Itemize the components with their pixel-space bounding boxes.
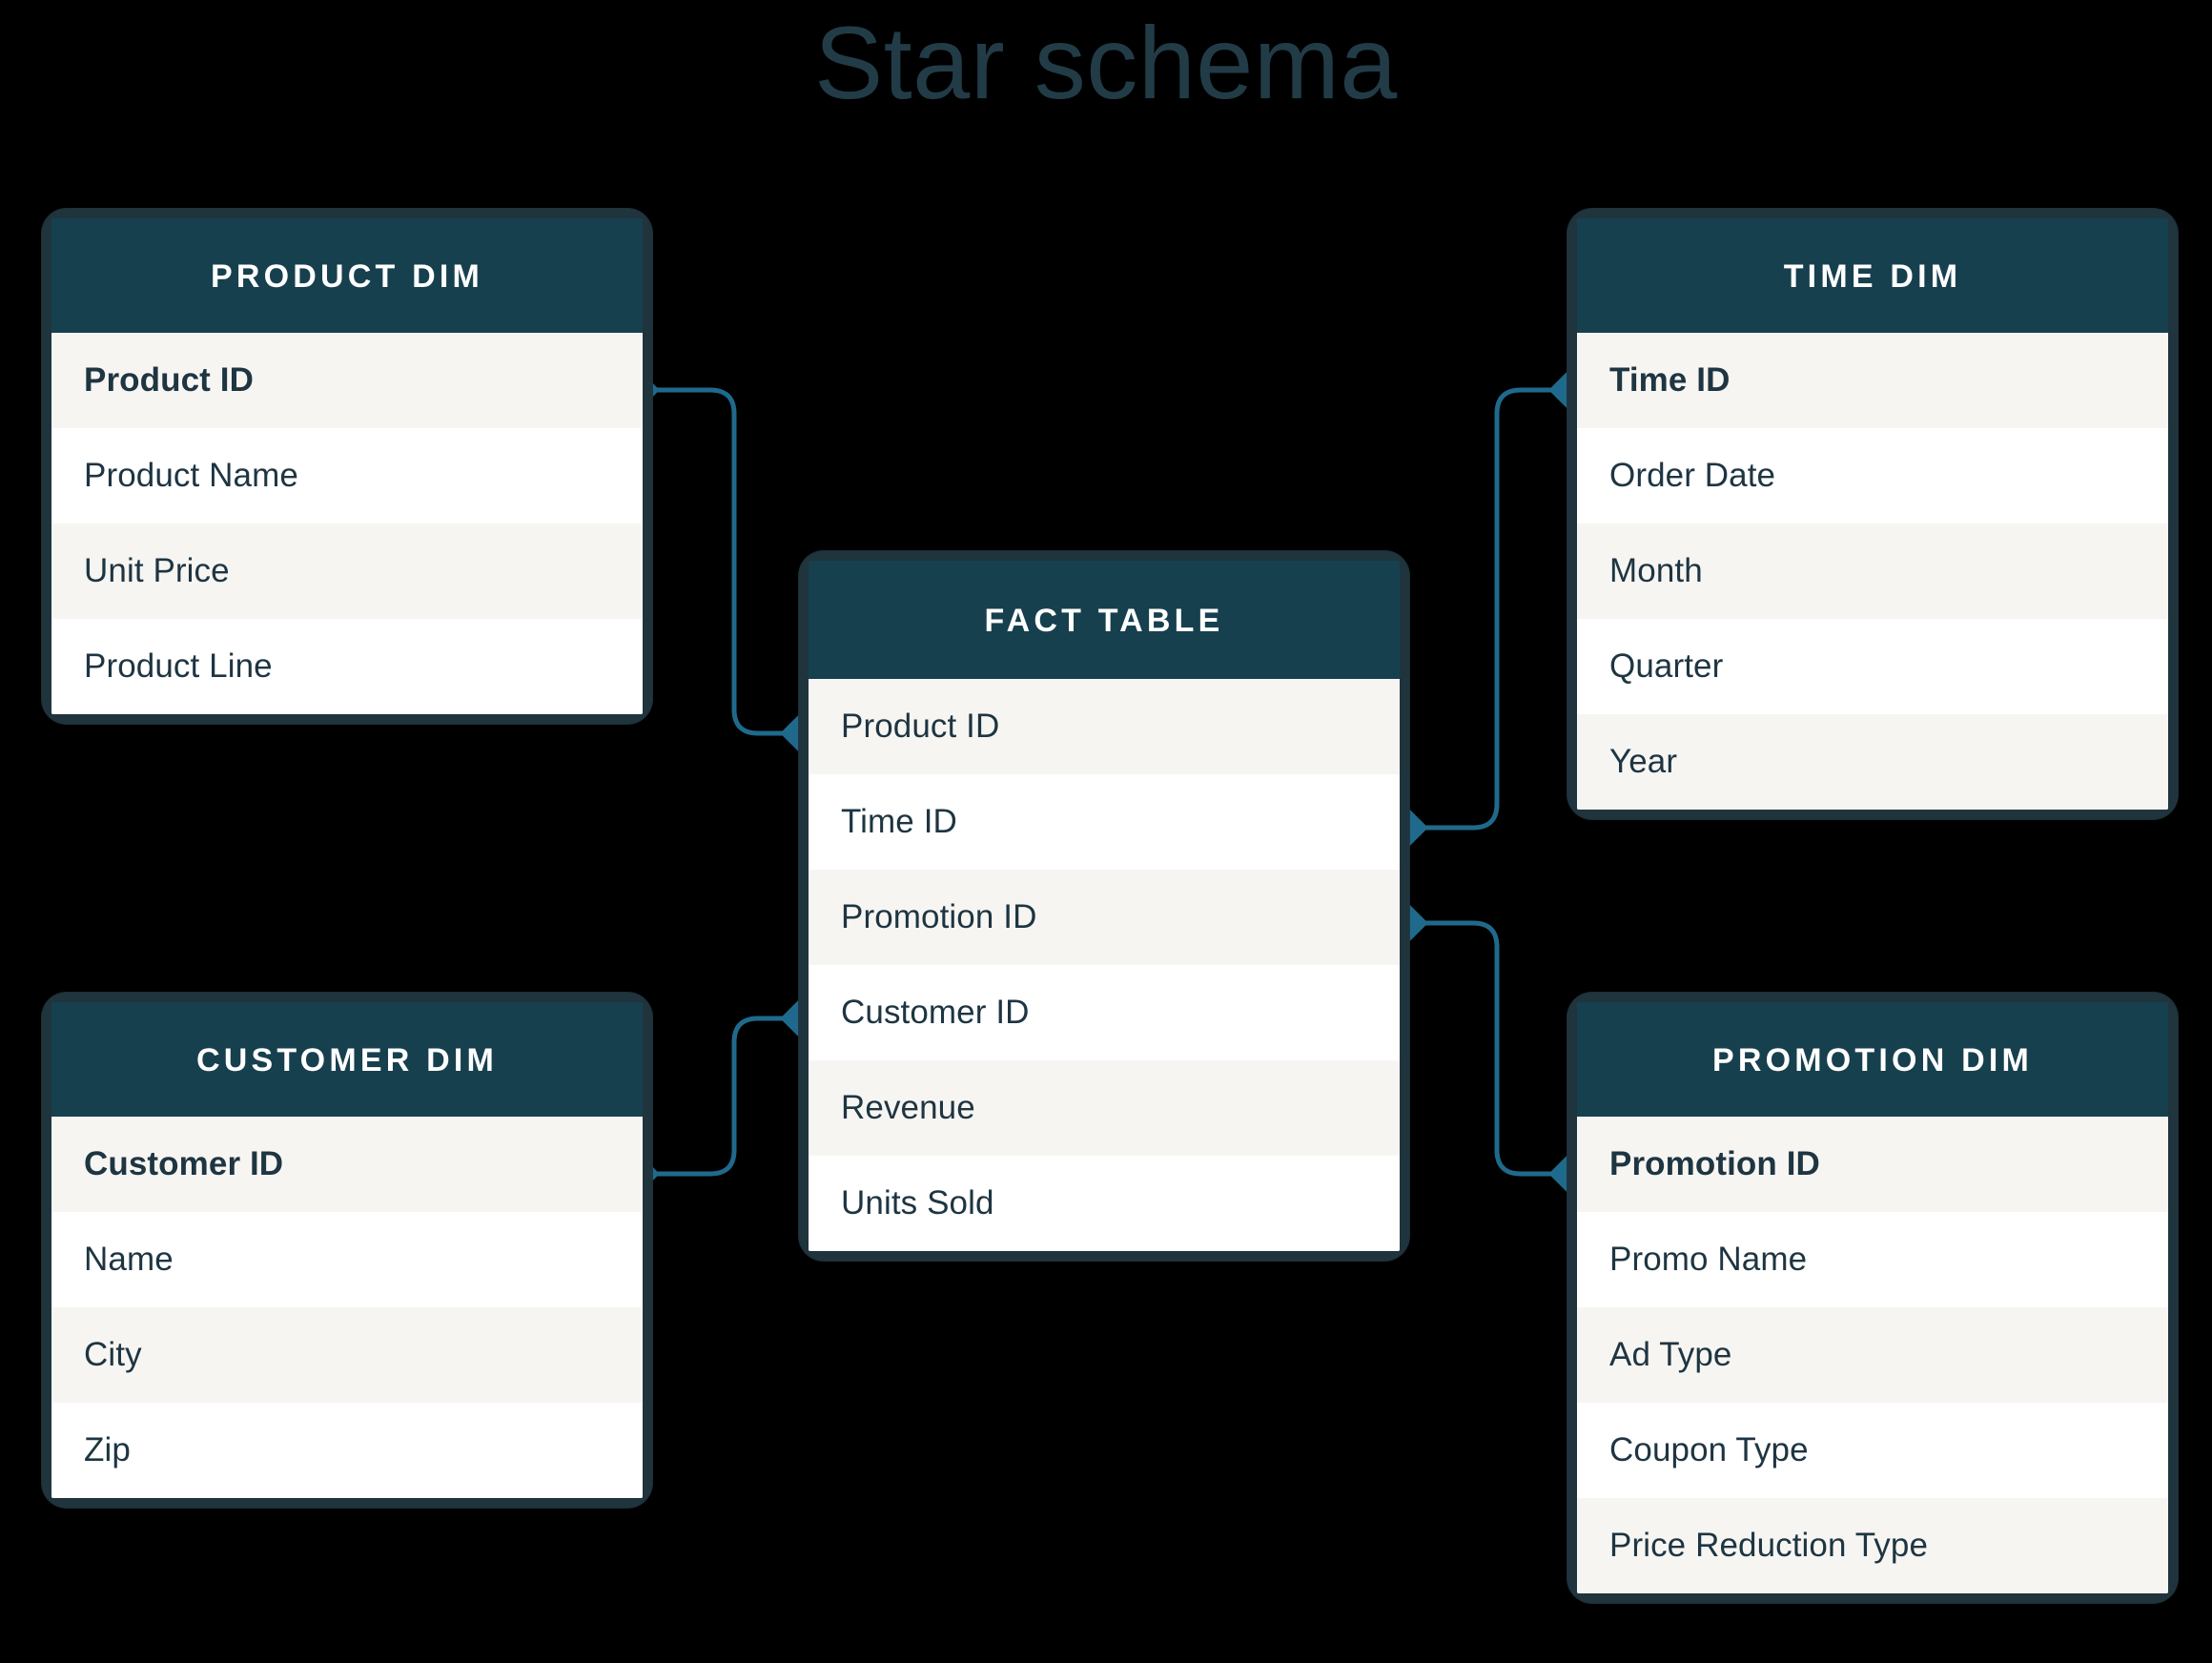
table-row[interactable]: Promotion ID: [1577, 1117, 2168, 1212]
entity-inner: PROMOTION DIM Promotion ID Promo Name Ad…: [1577, 1002, 2168, 1593]
entity-inner: PRODUCT DIM Product ID Product Name Unit…: [51, 218, 643, 714]
table-row[interactable]: Promo Name: [1577, 1212, 2168, 1307]
field-label: Product Line: [84, 647, 273, 685]
entity-header-time-dim: TIME DIM: [1577, 218, 2168, 333]
field-label: Promo Name: [1609, 1241, 1808, 1278]
field-label: Customer ID: [841, 994, 1030, 1031]
table-row[interactable]: Month: [1577, 524, 2168, 619]
entity-header-fact-table: FACT TABLE: [809, 561, 1400, 679]
field-label: Units Sold: [841, 1184, 994, 1222]
diagram-canvas: Star schema PRODUCT DIM Product ID Produ…: [0, 0, 2212, 1663]
table-row[interactable]: Year: [1577, 714, 2168, 810]
field-label: Name: [84, 1241, 174, 1278]
entity-header-product-dim: PRODUCT DIM: [51, 218, 643, 333]
entity-rows-fact-table: Product ID Time ID Promotion ID Customer…: [809, 679, 1400, 1251]
entity-rows-promotion-dim: Promotion ID Promo Name Ad Type Coupon T…: [1577, 1117, 2168, 1593]
field-label: Revenue: [841, 1089, 975, 1126]
connector-fact-to-promotion: [1406, 920, 1570, 1177]
field-label: Time ID: [841, 803, 957, 840]
table-row[interactable]: Time ID: [809, 774, 1400, 870]
field-label: Time ID: [1609, 361, 1731, 399]
table-row[interactable]: Name: [51, 1212, 643, 1307]
field-label: Product ID: [841, 708, 1000, 745]
table-row[interactable]: Promotion ID: [809, 870, 1400, 965]
entity-header-customer-dim: CUSTOMER DIM: [51, 1002, 643, 1117]
page-title: Star schema: [814, 5, 1398, 120]
table-row[interactable]: Quarter: [1577, 619, 2168, 714]
table-row[interactable]: Customer ID: [809, 965, 1400, 1060]
table-row[interactable]: Product ID: [51, 333, 643, 428]
field-label: Customer ID: [84, 1145, 284, 1182]
field-label: Product Name: [84, 457, 298, 494]
field-label: Unit Price: [84, 552, 230, 589]
table-row[interactable]: Product Line: [51, 619, 643, 714]
table-row[interactable]: Order Date: [1577, 428, 2168, 524]
table-row[interactable]: Time ID: [1577, 333, 2168, 428]
table-row[interactable]: Coupon Type: [1577, 1403, 2168, 1498]
field-label: Price Reduction Type: [1609, 1527, 1929, 1564]
entity-rows-customer-dim: Customer ID Name City Zip: [51, 1117, 643, 1498]
table-row[interactable]: Customer ID: [51, 1117, 643, 1212]
field-label: Quarter: [1609, 647, 1724, 685]
table-row[interactable]: Revenue: [809, 1060, 1400, 1156]
table-row[interactable]: Product Name: [51, 428, 643, 524]
entity-card-promotion-dim[interactable]: PROMOTION DIM Promotion ID Promo Name Ad…: [1567, 993, 2178, 1603]
field-label: City: [84, 1336, 142, 1373]
entity-card-fact-table[interactable]: FACT TABLE Product ID Time ID Promotion …: [799, 551, 1409, 1261]
field-label: Month: [1609, 552, 1703, 589]
table-row[interactable]: Product ID: [809, 679, 1400, 774]
field-label: Order Date: [1609, 457, 1776, 494]
field-label: Promotion ID: [841, 898, 1037, 935]
entity-inner: TIME DIM Time ID Order Date Month Quarte…: [1577, 218, 2168, 810]
entity-inner: FACT TABLE Product ID Time ID Promotion …: [809, 561, 1400, 1251]
table-row[interactable]: Units Sold: [809, 1156, 1400, 1251]
entity-rows-time-dim: Time ID Order Date Month Quarter Year: [1577, 333, 2168, 810]
connector-customer-to-fact: [638, 1016, 802, 1177]
table-row[interactable]: City: [51, 1307, 643, 1403]
table-row[interactable]: Price Reduction Type: [1577, 1498, 2168, 1593]
entity-card-time-dim[interactable]: TIME DIM Time ID Order Date Month Quarte…: [1567, 209, 2178, 819]
field-label: Ad Type: [1609, 1336, 1732, 1373]
connector-product-to-fact: [638, 387, 802, 736]
entity-inner: CUSTOMER DIM Customer ID Name City Zip: [51, 1002, 643, 1498]
field-label: Zip: [84, 1431, 131, 1468]
table-row[interactable]: Ad Type: [1577, 1307, 2168, 1403]
field-label: Product ID: [84, 361, 254, 399]
entity-card-customer-dim[interactable]: CUSTOMER DIM Customer ID Name City Zip: [42, 993, 652, 1508]
field-label: Year: [1609, 743, 1678, 780]
entity-rows-product-dim: Product ID Product Name Unit Price Produ…: [51, 333, 643, 714]
table-row[interactable]: Zip: [51, 1403, 643, 1498]
field-label: Promotion ID: [1609, 1145, 1820, 1182]
field-label: Coupon Type: [1609, 1431, 1809, 1468]
entity-card-product-dim[interactable]: PRODUCT DIM Product ID Product Name Unit…: [42, 209, 652, 724]
table-row[interactable]: Unit Price: [51, 524, 643, 619]
connector-fact-to-time: [1406, 387, 1570, 831]
entity-header-promotion-dim: PROMOTION DIM: [1577, 1002, 2168, 1117]
